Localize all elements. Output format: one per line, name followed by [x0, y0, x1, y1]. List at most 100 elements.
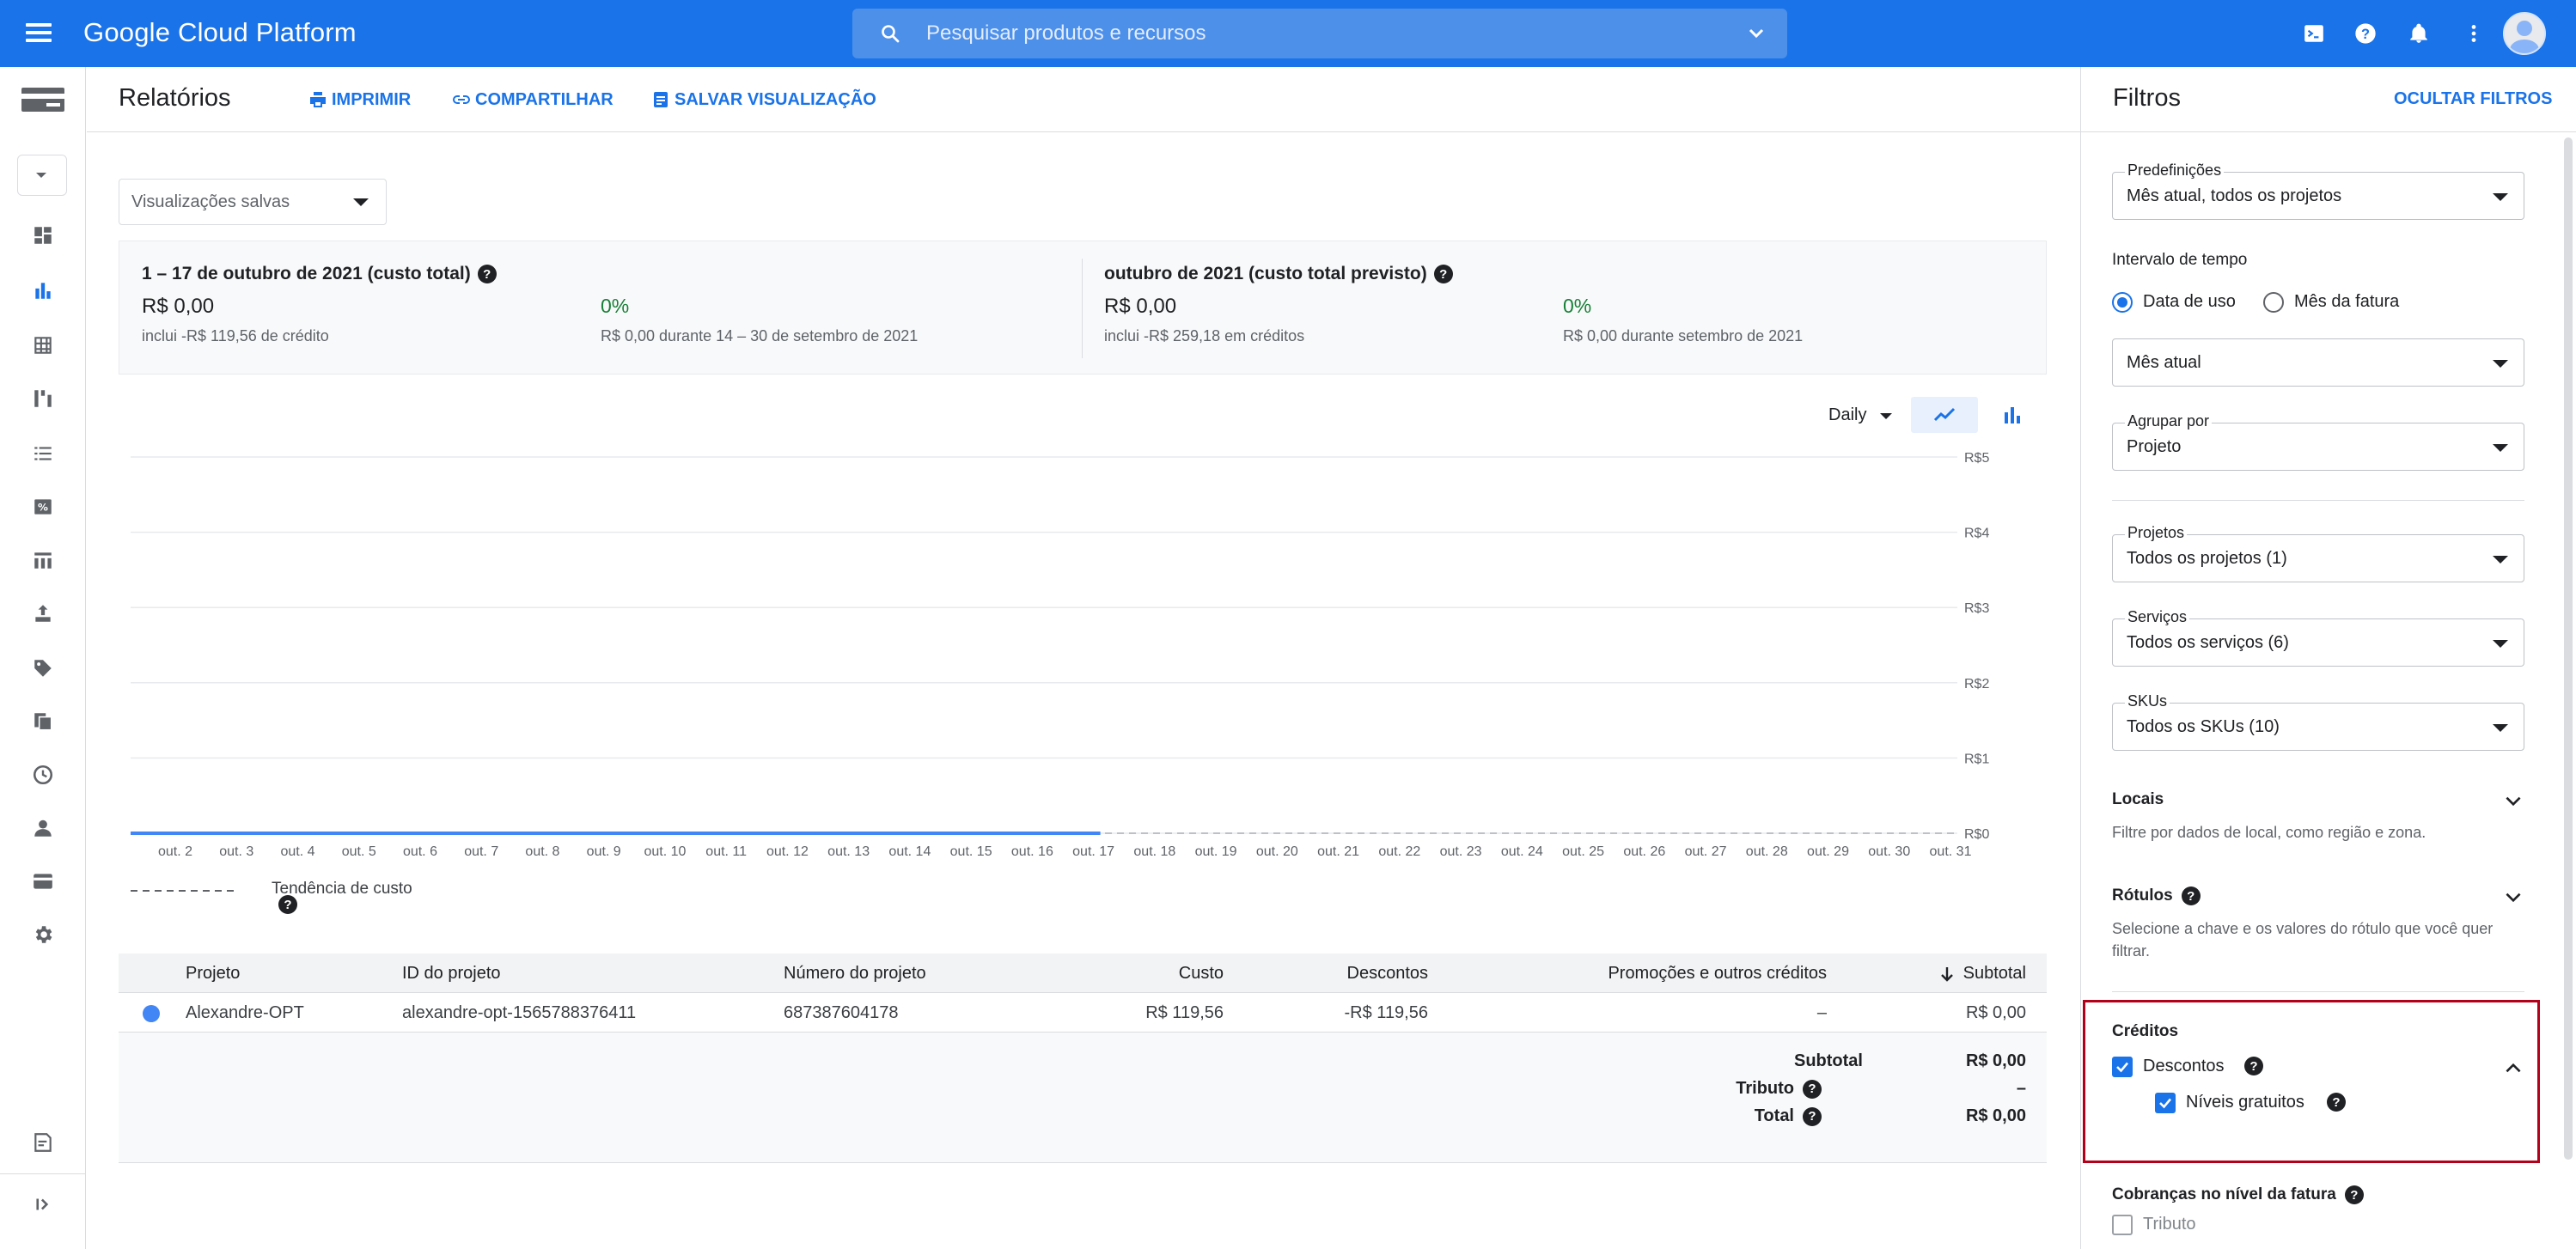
help-icon[interactable]: ? [278, 895, 297, 914]
link-icon [453, 95, 470, 104]
services-select[interactable]: Serviços Todos os serviços (6) [2112, 608, 2524, 667]
reports-icon[interactable] [29, 277, 57, 304]
dropdown-caret-icon [2493, 724, 2508, 732]
save-view-icon [654, 92, 668, 107]
help-icon[interactable]: ? [1803, 1079, 1822, 1099]
menu-icon[interactable] [26, 19, 55, 48]
chevron-down-icon[interactable] [2502, 886, 2524, 909]
summary-right-note: inclui -R$ 259,18 em créditos [1104, 327, 1305, 344]
invoice-charges-label: Cobranças no nível da fatura [2112, 1185, 2336, 1203]
app-title[interactable]: Google Cloud Platform [83, 17, 357, 48]
help-icon[interactable]: ? [2181, 886, 2201, 905]
saved-views-select[interactable]: Visualizações salvas [119, 179, 387, 225]
project-selector[interactable] [17, 155, 67, 196]
period-value: Mês atual [2127, 353, 2201, 372]
tax-label: Tributo? [1736, 1079, 1822, 1099]
help-icon[interactable]: ? [2344, 1185, 2364, 1204]
skus-label: SKUs [2125, 692, 2170, 710]
column-header[interactable]: Número do projeto [784, 964, 926, 984]
billing-account-icon[interactable] [21, 86, 65, 113]
filters-scrollbar[interactable] [2564, 137, 2573, 1160]
projects-label: Projetos [2125, 524, 2188, 542]
pricing-icon[interactable]: % [29, 493, 57, 521]
column-header-sorted[interactable]: Subtotal [1939, 964, 2026, 984]
help-icon[interactable]: ? [2351, 19, 2380, 48]
table-cell: R$ 0,00 [1965, 1003, 2026, 1022]
payment-card-icon[interactable] [29, 868, 57, 895]
cost-breakdown-icon[interactable] [29, 385, 57, 412]
invoice-charges-section-title: Cobranças no nível da fatura? [2112, 1185, 2364, 1204]
projects-select[interactable]: Projetos Todos os projetos (1) [2112, 524, 2524, 582]
total-label-text: Total [1754, 1106, 1794, 1125]
usage-date-radio[interactable] [2112, 292, 2133, 313]
summary-divider [1082, 259, 1083, 358]
column-header[interactable]: Descontos [1347, 964, 1429, 984]
chevron-down-icon[interactable] [2502, 790, 2524, 813]
x-tick-label: out. 17 [1072, 844, 1114, 859]
presets-select[interactable]: Predefinições Mês atual, todos os projet… [2112, 161, 2524, 220]
help-icon[interactable]: ? [477, 265, 497, 283]
line-chart-icon [1933, 407, 1956, 422]
print-button[interactable]: IMPRIMIR [308, 89, 411, 110]
bar-chart-toggle[interactable] [1992, 397, 2033, 433]
chevron-down-icon[interactable] [1746, 23, 1767, 44]
saved-views-placeholder: Visualizações salvas [131, 192, 290, 211]
x-tick-label: out. 21 [1317, 844, 1359, 859]
expand-nav-icon[interactable] [29, 1191, 57, 1218]
table-cell: -R$ 119,56 [1344, 1003, 1428, 1022]
granularity-select[interactable]: Daily [1822, 400, 1899, 431]
table-row[interactable]: Alexandre-OPT alexandre-opt-156578837641… [119, 993, 2047, 1033]
budgets-icon[interactable] [29, 546, 57, 574]
commitments-icon[interactable] [29, 440, 57, 467]
summary-right-comparison: R$ 0,00 durante setembro de 2021 [1563, 327, 1804, 344]
save-view-button[interactable]: SALVAR VISUALIZAÇÃO [650, 89, 876, 110]
help-icon[interactable]: ? [1803, 1106, 1822, 1126]
tax-checkbox[interactable] [2112, 1215, 2133, 1235]
y-tick-label: R$5 [1964, 451, 1989, 466]
locations-section-title[interactable]: Locais [2112, 790, 2164, 809]
more-vert-icon[interactable] [2459, 19, 2488, 48]
x-tick-label: out. 23 [1440, 844, 1482, 859]
search-bar[interactable] [852, 9, 1787, 58]
dropdown-caret-icon [2493, 360, 2508, 368]
column-header[interactable]: Custo [1179, 964, 1224, 984]
x-tick-label: out. 12 [766, 844, 809, 859]
avatar[interactable] [2503, 12, 2546, 55]
arrow-down-icon [1940, 966, 1953, 982]
x-tick-label: out. 19 [1195, 844, 1237, 859]
usage-date-label[interactable]: Data de uso [2143, 292, 2236, 312]
x-tick-label: out. 3 [219, 844, 253, 859]
invoice-month-radio[interactable] [2263, 292, 2284, 313]
help-icon[interactable]: ? [1433, 265, 1453, 283]
release-notes-icon[interactable] [29, 1129, 57, 1156]
cloud-shell-icon[interactable] [2299, 19, 2329, 48]
bell-icon[interactable] [2404, 19, 2433, 48]
cost-table-icon[interactable] [29, 332, 57, 359]
share-button[interactable]: COMPARTILHAR [451, 89, 613, 110]
x-tick-label: out. 8 [525, 844, 559, 859]
tax-checkbox-label[interactable]: Tributo [2143, 1215, 2196, 1234]
table-totals: Subtotal R$ 0,00 Tributo? – Total? R$ 0,… [119, 1033, 2047, 1163]
summary-left-note: inclui -R$ 119,56 de crédito [142, 327, 329, 344]
group-by-select[interactable]: Agrupar por Projeto [2112, 412, 2524, 471]
period-select[interactable]: Mês atual [2112, 338, 2524, 387]
column-header[interactable]: Promoções e outros créditos [1608, 964, 1827, 984]
hide-filters-button[interactable]: OCULTAR FILTROS [2394, 89, 2552, 109]
line-chart-toggle[interactable] [1911, 397, 1978, 433]
x-tick-label: out. 24 [1501, 844, 1543, 859]
y-tick-label: R$0 [1964, 827, 1989, 842]
skus-select[interactable]: SKUs Todos os SKUs (10) [2112, 692, 2524, 751]
group-by-value: Projeto [2127, 437, 2182, 456]
documents-icon[interactable] [29, 708, 57, 735]
label-tag-icon[interactable] [29, 655, 57, 682]
history-clock-icon[interactable] [29, 761, 57, 789]
settings-gear-icon[interactable] [29, 921, 57, 948]
column-header[interactable]: Projeto [186, 964, 240, 984]
column-header[interactable]: ID do projeto [402, 964, 501, 984]
overview-icon[interactable] [29, 222, 57, 249]
account-person-icon[interactable] [29, 814, 57, 842]
invoice-month-label[interactable]: Mês da fatura [2294, 292, 2399, 312]
export-icon[interactable] [29, 600, 57, 627]
search-input[interactable] [926, 19, 1700, 48]
labels-section-title[interactable]: Rótulos? [2112, 886, 2201, 905]
